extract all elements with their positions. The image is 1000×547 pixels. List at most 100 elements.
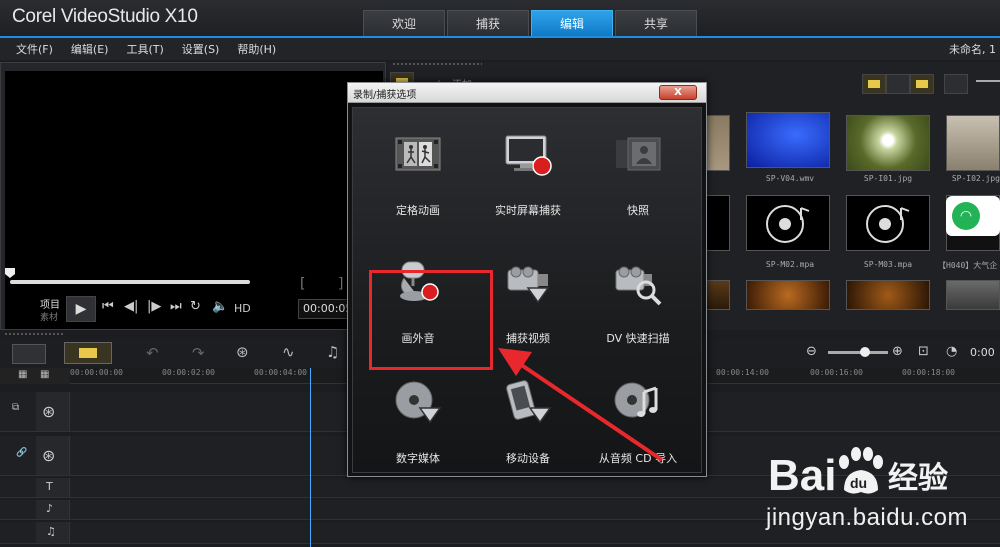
option-stop-motion[interactable]: 定格动画 — [363, 120, 473, 230]
library-thumb[interactable] — [706, 115, 730, 171]
zoom-slider[interactable] — [828, 351, 888, 354]
stop-motion-icon — [395, 137, 441, 171]
option-digital-media[interactable]: 数字媒体 — [363, 368, 473, 478]
repeat-icon[interactable]: ↻ — [190, 299, 201, 314]
preview-screen — [5, 71, 383, 329]
scrub-bar[interactable] — [10, 280, 250, 284]
storyboard-view-icon[interactable] — [12, 344, 46, 364]
menu-file[interactable]: 文件(F) — [16, 41, 53, 57]
menu-bar: 文件(F) 编辑(E) 工具(T) 设置(S) 帮助(H) — [0, 38, 1000, 60]
library-thumb[interactable] — [746, 280, 830, 310]
dialog-titlebar[interactable]: 录制/捕获选项 X — [348, 83, 706, 103]
wifi-icon: ◠ — [952, 202, 980, 230]
audio-thumb[interactable] — [846, 195, 930, 251]
volume-icon[interactable]: 🔈 — [212, 299, 228, 314]
library-thumb[interactable] — [946, 115, 1000, 171]
ruler-tick: 00:00:00:00 — [70, 368, 123, 377]
option-snapshot[interactable]: 快照 — [583, 120, 693, 230]
ruler-tick: 00:00:16:00 — [810, 368, 863, 377]
auto-music-icon[interactable]: ♫ — [326, 343, 339, 361]
svg-text:Bai: Bai — [768, 451, 836, 500]
dialog-title: 录制/捕获选项 — [353, 90, 417, 101]
sound-mixer-icon[interactable]: ∿ — [282, 343, 295, 361]
clip-mode-label[interactable]: 素材 — [40, 310, 58, 323]
project-duration: 0:00 — [970, 346, 995, 359]
thumb-label: SP-M02.mpa — [765, 260, 815, 269]
timeline-view-icon[interactable] — [64, 342, 112, 364]
ruler-tick: 00:00:02:00 — [162, 368, 215, 377]
track-visibility-icon[interactable]: ⧉ — [12, 402, 19, 413]
undo-icon[interactable]: ↶ — [146, 344, 159, 362]
menu-tools[interactable]: 工具(T) — [126, 41, 163, 57]
film-reel-icon: ⊛ — [42, 446, 56, 465]
zoom-out-icon[interactable]: ⊖ — [806, 344, 817, 359]
thumb-label: 【H040】大气企 — [938, 261, 998, 270]
menu-help[interactable]: 帮助(H) — [237, 41, 276, 57]
option-label: 快照 — [627, 204, 649, 217]
tab-edit[interactable]: 编辑 — [531, 10, 613, 36]
end-icon[interactable]: ⏭ — [170, 299, 182, 314]
library-thumb[interactable] — [706, 280, 730, 310]
thumb-label: SP-I02.jpg — [951, 174, 1000, 183]
playhead[interactable] — [310, 368, 311, 547]
track-header: ⊛ — [36, 392, 70, 431]
library-thumb[interactable] — [846, 115, 930, 171]
project-mode-label[interactable]: 项目 — [40, 296, 60, 311]
redo-icon[interactable]: ↷ — [192, 344, 205, 362]
track-header: ♫ — [36, 522, 70, 543]
menu-edit[interactable]: 编辑(E) — [71, 41, 109, 57]
library-thumb[interactable] — [706, 195, 730, 251]
tab-welcome[interactable]: 欢迎 — [363, 10, 445, 36]
option-screen-capture[interactable]: 实时屏幕捕获 — [473, 120, 583, 230]
app-window: Corel VideoStudio X10 欢迎 捕获 编辑 共享 文件(F) … — [0, 0, 1000, 547]
option-label: 数字媒体 — [396, 452, 440, 465]
app-brand: Corel VideoStudio X10 — [12, 6, 198, 27]
mark-out-icon[interactable]: ] — [338, 276, 343, 292]
home-icon[interactable]: ⏮ — [102, 299, 114, 314]
svg-text:du: du — [850, 475, 867, 491]
library-thumb[interactable] — [746, 112, 830, 168]
ruler-tick: 00:00:04:00 — [254, 368, 307, 377]
play-button[interactable]: ▶ — [66, 296, 96, 322]
duration-icon[interactable]: ◔ — [946, 344, 957, 359]
lock-icon[interactable]: 🔗 — [16, 448, 27, 458]
thumb-size-slider[interactable] — [976, 80, 1000, 82]
capture-video-icon — [507, 266, 550, 304]
timeline-grip[interactable] — [4, 332, 64, 336]
prev-frame-icon[interactable]: ◀| — [124, 299, 138, 314]
view-grid-button[interactable] — [910, 74, 934, 94]
annotation-arrow-icon — [498, 348, 664, 462]
library-grip[interactable] — [392, 62, 482, 66]
audio-thumb[interactable] — [746, 195, 830, 251]
chapter-icon[interactable]: ▦ — [40, 369, 49, 380]
hd-toggle[interactable]: HD — [234, 302, 251, 315]
tab-capture[interactable]: 捕获 — [447, 10, 529, 36]
title-track-icon: T — [46, 480, 53, 493]
zoom-slider-handle[interactable] — [860, 347, 870, 357]
title-bar: Corel VideoStudio X10 欢迎 捕获 编辑 共享 — [0, 0, 1000, 36]
option-label: 实时屏幕捕获 — [495, 204, 561, 217]
fit-project-icon[interactable]: ⊡ — [918, 344, 929, 359]
view-thumbnails-button[interactable] — [862, 74, 886, 94]
thumb-label: SP-M03.mpa — [863, 260, 913, 269]
record-capture-icon[interactable]: ⊛ — [236, 343, 249, 361]
library-thumb[interactable] — [946, 280, 1000, 310]
screen-capture-icon — [505, 135, 552, 176]
timecode-field[interactable]: 00:00:05 — [298, 299, 352, 319]
zoom-in-icon[interactable]: ⊕ — [892, 344, 903, 359]
sort-icon[interactable] — [944, 74, 968, 94]
view-list-icon[interactable] — [886, 74, 910, 94]
tab-share[interactable]: 共享 — [615, 10, 697, 36]
audio-file-icon — [866, 205, 910, 243]
next-frame-icon[interactable]: |▶ — [147, 299, 161, 314]
workspace-tabs: 欢迎 捕获 编辑 共享 — [363, 10, 699, 36]
preview-panel — [0, 62, 386, 330]
track-manager-icon[interactable]: ▦ — [18, 369, 27, 380]
music-note-icon: ♫ — [46, 525, 56, 538]
track-header: T — [36, 478, 70, 497]
library-thumb[interactable] — [846, 280, 930, 310]
dialog-close-button[interactable]: X — [659, 85, 697, 100]
menu-settings[interactable]: 设置(S) — [182, 41, 220, 57]
baidu-jingyan-logo: Bai du 经验 — [768, 447, 948, 500]
mark-in-icon[interactable]: [ — [300, 276, 305, 292]
